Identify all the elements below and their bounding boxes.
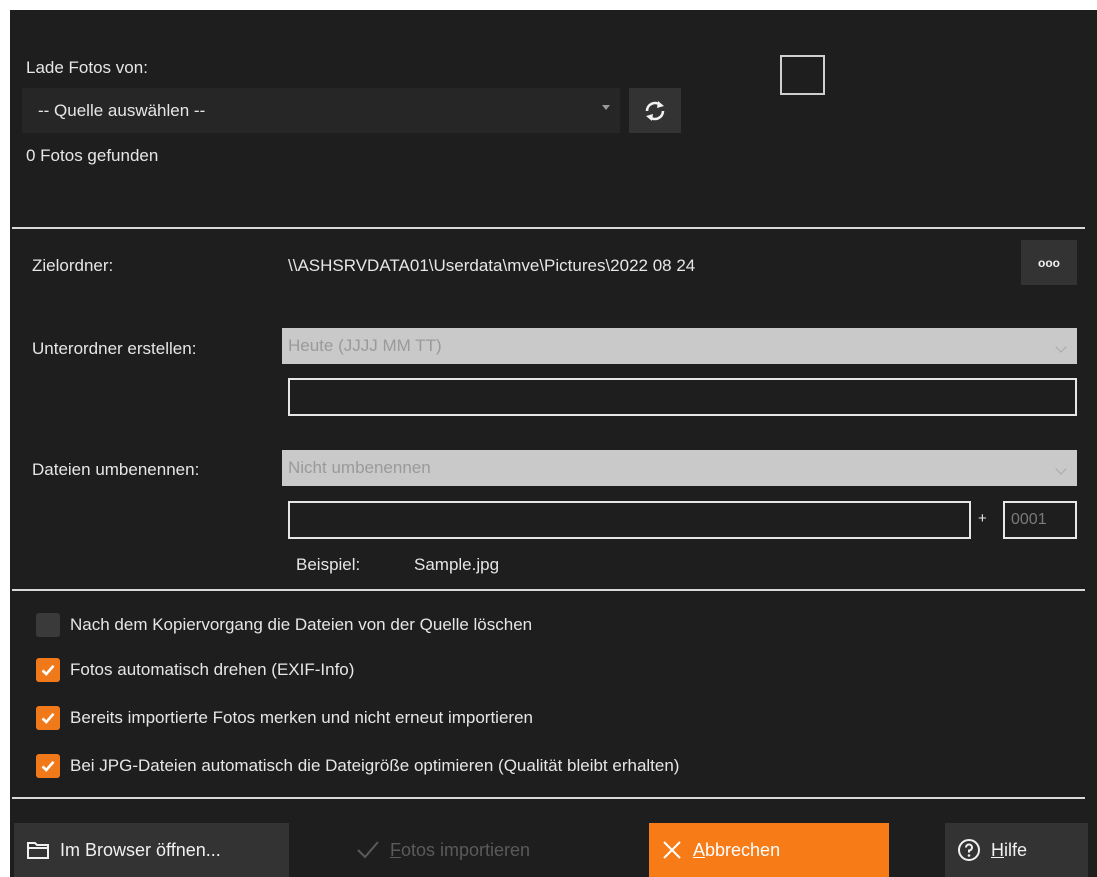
- browse-folder-button[interactable]: ooo: [1021, 240, 1077, 285]
- cancel-label: bbrechen: [705, 839, 781, 860]
- rename-label: Dateien umbenennen:: [32, 460, 200, 479]
- option-auto-rotate[interactable]: Fotos automatisch drehen (EXIF-Info): [36, 656, 354, 684]
- cancel-button[interactable]: Abbrechen: [649, 823, 889, 877]
- open-in-browser-label: Im Browser öffnen...: [60, 839, 221, 860]
- close-icon: [663, 841, 681, 859]
- help-label: ilfe: [1004, 839, 1028, 860]
- more-icon: ooo: [1038, 255, 1060, 270]
- photos-found-text: 0 Fotos gefunden: [26, 146, 159, 165]
- subfolder-select-value: Heute (JJJJ MM TT): [288, 336, 442, 355]
- target-folder-label: Zielordner:: [32, 256, 114, 275]
- filename-input[interactable]: [288, 501, 971, 539]
- target-folder-path: \\ASHSRVDATA01\Userdata\mve\Pictures\202…: [288, 256, 696, 275]
- cancel-accelerator: A: [693, 839, 706, 860]
- chevron-down-icon: [1055, 341, 1067, 353]
- option-label: Nach dem Kopiervorgang die Dateien von d…: [70, 615, 533, 634]
- folder-icon: [27, 842, 49, 859]
- subfolder-select[interactable]: Heute (JJJJ MM TT): [282, 328, 1077, 364]
- counter-input[interactable]: 0001: [1003, 501, 1077, 539]
- example-label: Beispiel:: [296, 555, 361, 574]
- auto-rotate-checkbox[interactable]: [36, 658, 60, 682]
- option-label: Fotos automatisch drehen (EXIF-Info): [70, 660, 355, 679]
- delete-source-checkbox[interactable]: [36, 613, 60, 637]
- source-label: Lade Fotos von:: [26, 58, 148, 77]
- import-photos-button[interactable]: Fotos importieren: [356, 823, 576, 877]
- source-select-value: -- Quelle auswählen --: [38, 100, 206, 120]
- optimize-jpg-checkbox[interactable]: [36, 754, 60, 778]
- help-button[interactable]: Hilfe: [945, 823, 1088, 877]
- divider: [12, 227, 1085, 229]
- subfolder-name-input[interactable]: [288, 378, 1077, 416]
- divider: [12, 797, 1085, 799]
- checkmark-icon: [41, 664, 55, 676]
- help-accelerator: H: [991, 839, 1004, 860]
- refresh-icon: [645, 100, 665, 121]
- open-in-browser-button[interactable]: Im Browser öffnen...: [14, 823, 289, 877]
- option-optimize-jpg[interactable]: Bei JPG-Dateien automatisch die Dateigrö…: [36, 752, 679, 780]
- option-label: Bereits importierte Fotos merken und nic…: [70, 708, 533, 727]
- chevron-down-icon: [1055, 463, 1067, 475]
- checkmark-icon: [41, 712, 55, 724]
- checkmark-icon: [357, 841, 379, 859]
- option-remember-imported[interactable]: Bereits importierte Fotos merken und nic…: [36, 704, 533, 732]
- subfolder-label: Unterordner erstellen:: [32, 339, 197, 358]
- option-label: Bei JPG-Dateien automatisch die Dateigrö…: [70, 756, 680, 775]
- option-delete-source[interactable]: Nach dem Kopiervorgang die Dateien von d…: [36, 611, 532, 639]
- select-all-checkbox[interactable]: [780, 55, 825, 95]
- import-accelerator: F: [390, 839, 401, 860]
- refresh-button[interactable]: [629, 88, 681, 133]
- rename-select[interactable]: Nicht umbenennen: [282, 450, 1077, 486]
- divider: [12, 589, 1085, 591]
- plus-sign: +: [978, 510, 987, 527]
- chevron-down-icon: [602, 105, 610, 110]
- import-label: otos importieren: [401, 839, 531, 860]
- checkmark-icon: [41, 760, 55, 772]
- rename-select-value: Nicht umbenennen: [288, 458, 431, 477]
- remember-imported-checkbox[interactable]: [36, 706, 60, 730]
- example-value: Sample.jpg: [414, 555, 500, 574]
- help-icon: [958, 839, 980, 861]
- source-select[interactable]: -- Quelle auswählen --: [22, 88, 620, 133]
- import-dialog: Lade Fotos von: -- Quelle auswählen -- 0…: [10, 10, 1097, 877]
